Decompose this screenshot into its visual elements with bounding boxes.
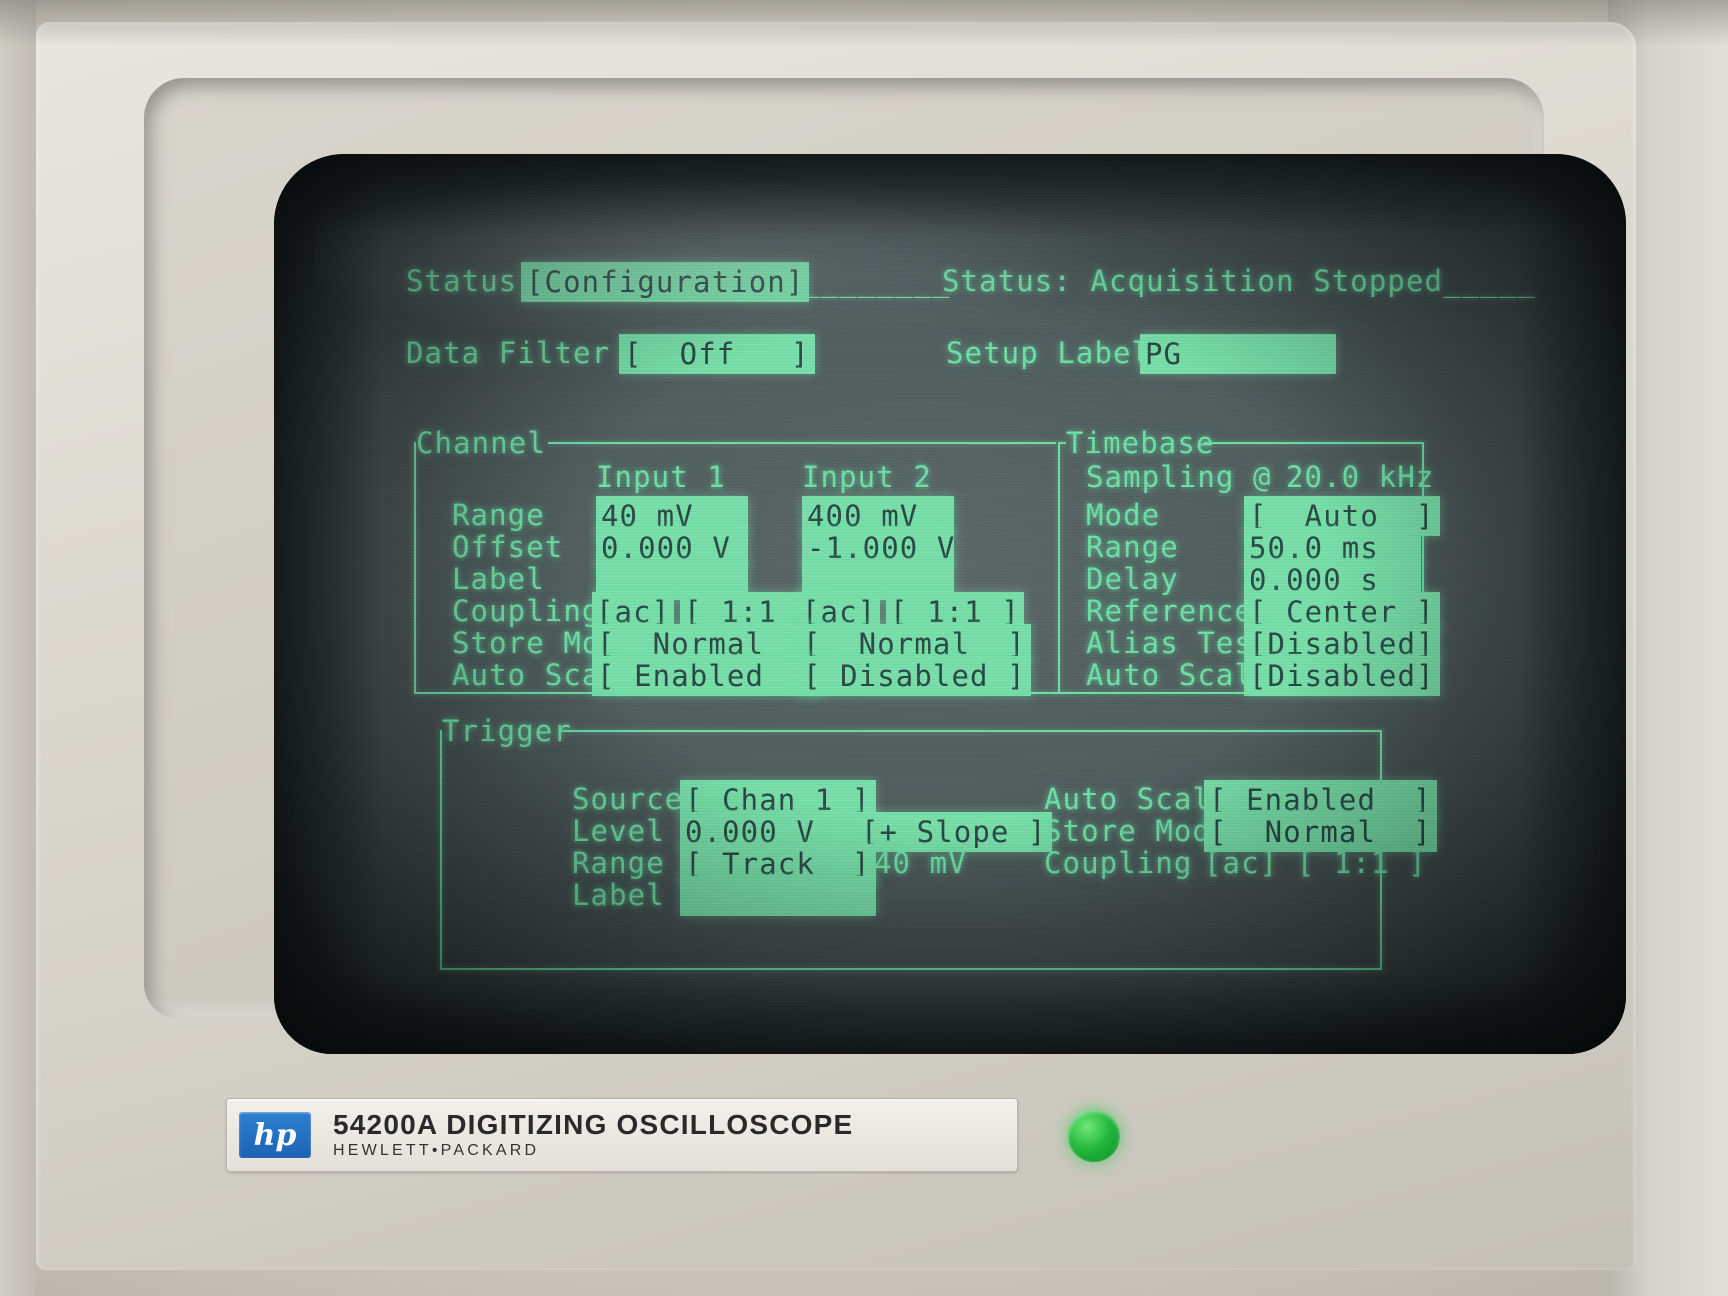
timebase-sampling-label: Sampling @	[1086, 460, 1272, 494]
data-filter-label: Data Filter	[406, 336, 611, 370]
background-wall-left	[0, 0, 36, 1296]
timebase-box-top-border	[1204, 442, 1424, 444]
model-text-block: 54200A DIGITIZING OSCILLOSCOPE HEWLETT•P…	[333, 1110, 853, 1160]
timebase-box-left-border	[1058, 442, 1060, 694]
channel-box-top-border	[548, 442, 1056, 444]
status-label: Status	[406, 264, 518, 298]
timebase-row-mode-label: Mode	[1086, 498, 1161, 532]
top-shadow-overlay	[0, 0, 1728, 46]
channel-auto-scale-input2[interactable]: [ Disabled ]	[798, 656, 1031, 696]
data-filter-value[interactable]: [ Off ]	[619, 334, 815, 374]
trigger-row-range-label: Range	[572, 846, 665, 880]
trigger-box-top-border	[560, 730, 1382, 732]
channel-row-offset-label: Offset	[452, 530, 564, 564]
model-number-label: 54200A DIGITIZING OSCILLOSCOPE	[333, 1109, 854, 1141]
trigger-label-value[interactable]	[680, 876, 876, 916]
trigger-row-source-label: Source	[572, 782, 684, 816]
trigger-group-title: Trigger	[442, 714, 572, 748]
channel-column-input1: Input 1	[596, 460, 726, 494]
trigger-slope-range-text: 40 mV	[874, 846, 967, 880]
channel-row-coupling-label: Coupling	[452, 594, 601, 628]
channel-auto-scale-input1[interactable]: [ Enabled ]	[592, 656, 825, 696]
timebase-group-title: Timebase	[1066, 426, 1215, 460]
status-separator: ________	[802, 264, 951, 298]
channel-row-range-label: Range	[452, 498, 545, 532]
power-led-indicator	[1068, 1110, 1120, 1162]
channel-box-left-border	[414, 442, 416, 694]
timebase-sampling-value: 20.0 kHz	[1286, 460, 1435, 494]
timebase-auto-scale-value[interactable]: [Disabled]	[1244, 656, 1440, 696]
crt-screen: Status [Configuration] ________ Status: …	[274, 154, 1626, 1054]
hp-logo-icon: hp	[239, 1112, 311, 1158]
model-nameplate: hp 54200A DIGITIZING OSCILLOSCOPE HEWLET…	[226, 1098, 1018, 1172]
front-panel: Status [Configuration] ________ Status: …	[36, 22, 1636, 1270]
trigger-row-coupling-label: Coupling	[1044, 846, 1193, 880]
status-message: Status: Acquisition Stopped_____	[942, 264, 1536, 298]
timebase-row-reference-label: Reference	[1086, 594, 1254, 628]
oscilloscope-instrument: Status [Configuration] ________ Status: …	[0, 0, 1728, 1296]
trigger-row-store-mode-label: Store Mode	[1044, 814, 1230, 848]
timebase-row-range-label: Range	[1086, 530, 1179, 564]
trigger-coupling-value[interactable]: [ac] [ 1:1 ]	[1204, 846, 1427, 880]
setup-label-caption: Setup Label	[946, 336, 1151, 370]
screen-content: Status [Configuration] ________ Status: …	[274, 154, 1626, 1054]
trigger-row-level-label: Level	[572, 814, 665, 848]
trigger-box-bottom-border	[440, 968, 1382, 970]
trigger-row-auto-scale-label: Auto Scale	[1044, 782, 1230, 816]
timebase-row-delay-label: Delay	[1086, 562, 1179, 596]
trigger-row-label-label: Label	[572, 878, 665, 912]
status-value[interactable]: [Configuration]	[521, 262, 810, 302]
trigger-box-left-border	[440, 730, 442, 970]
crt-bezel: Status [Configuration] ________ Status: …	[144, 78, 1626, 1054]
setup-label-value[interactable]: PG	[1140, 334, 1336, 374]
channel-group-title: Channel	[416, 426, 546, 460]
channel-row-label-label: Label	[452, 562, 545, 596]
brand-name-label: HEWLETT•PACKARD	[333, 1141, 540, 1159]
channel-column-input2: Input 2	[802, 460, 932, 494]
